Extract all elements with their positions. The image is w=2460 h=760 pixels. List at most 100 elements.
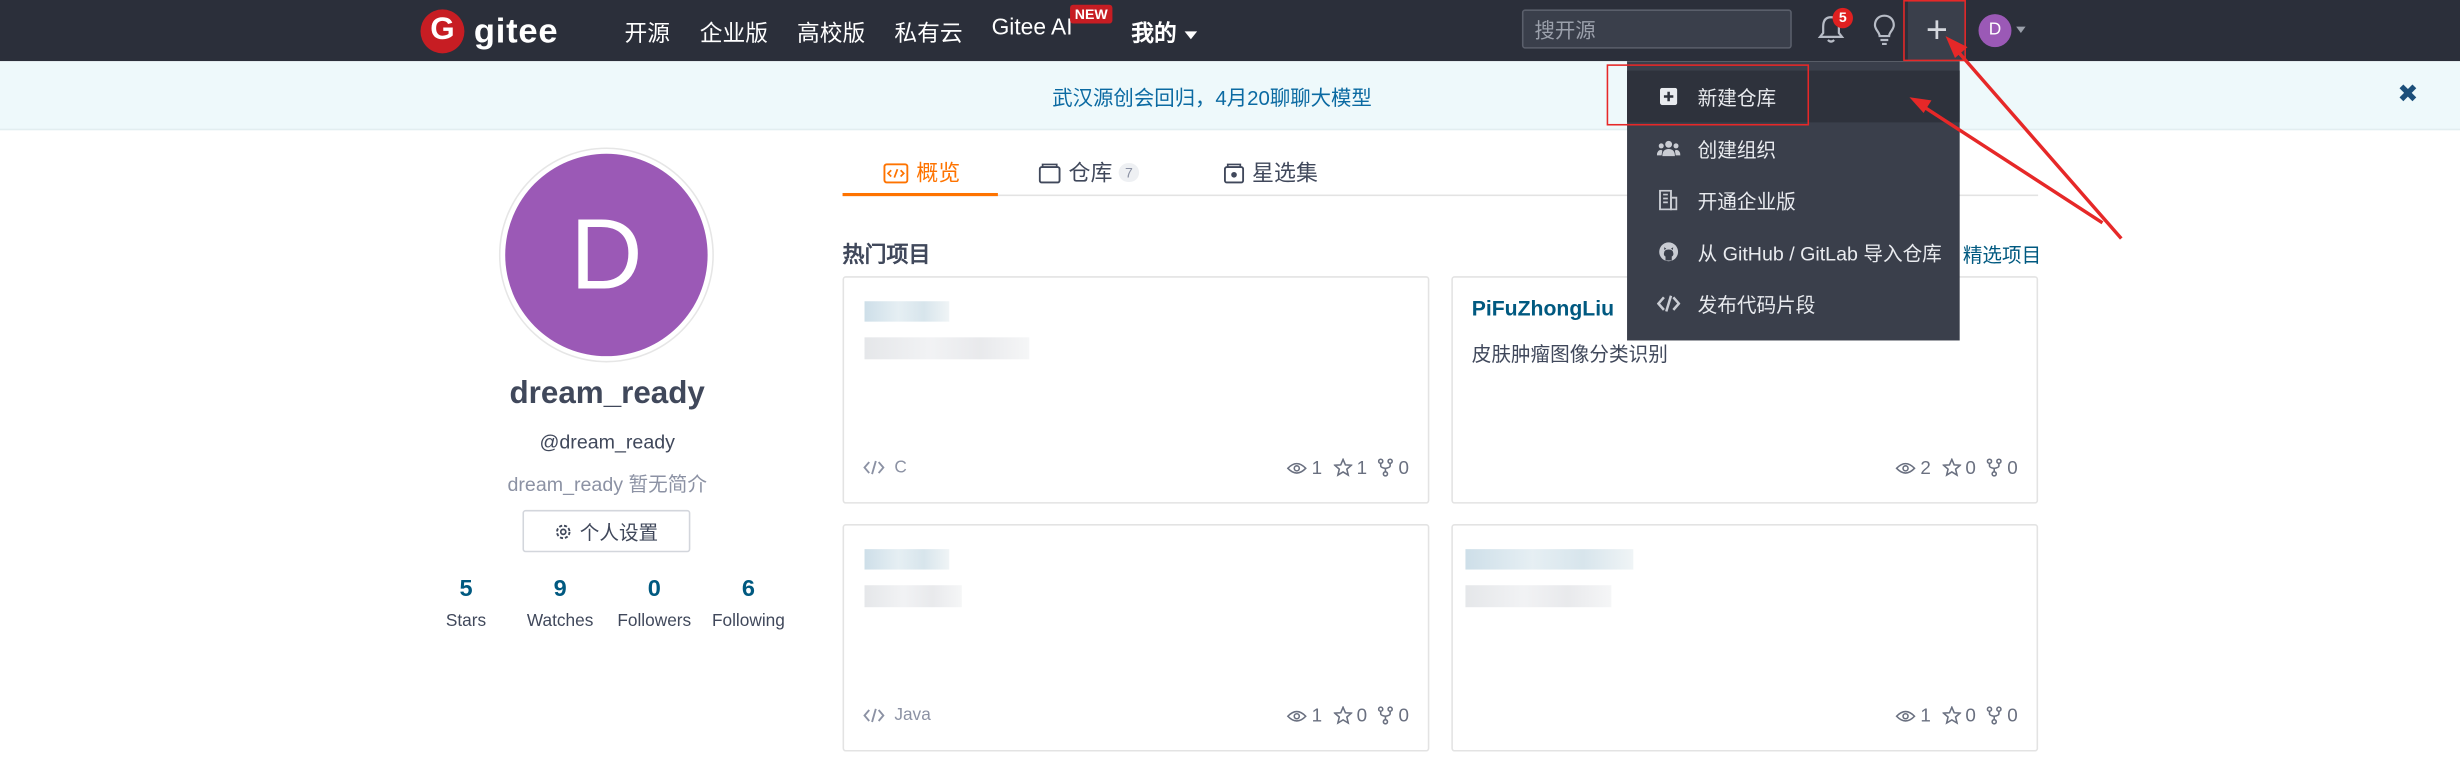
stat-value: 6 xyxy=(741,575,755,603)
lightbulb-icon[interactable] xyxy=(1870,13,1898,48)
search-input[interactable]: 搜开源 xyxy=(1521,9,1792,49)
nav-link-education[interactable]: 高校版 xyxy=(797,16,865,49)
stat-watches[interactable]: 9 Watches xyxy=(513,576,607,631)
profile-bio: dream_ready 暂无简介 xyxy=(507,473,707,496)
watch-value: 1 xyxy=(1920,704,1931,727)
watch-value: 2 xyxy=(1920,456,1931,479)
eye-icon xyxy=(1286,709,1307,721)
fork-value: 0 xyxy=(1398,704,1409,727)
stat-value: 0 xyxy=(647,575,661,603)
star-icon xyxy=(1941,458,1961,477)
gitee-logo[interactable]: G gitee xyxy=(420,8,558,54)
code-icon xyxy=(863,460,885,475)
project-name[interactable]: PiFuZhongLiu xyxy=(1472,297,1614,321)
stat-label: Stars xyxy=(445,611,487,631)
fork-count: 0 xyxy=(1378,704,1409,726)
blurred-project-name xyxy=(864,301,950,322)
close-icon[interactable]: ✖ xyxy=(2397,78,2418,109)
nav-mine-menu[interactable]: 我的 xyxy=(1131,16,1198,49)
watch-count: 2 xyxy=(1895,457,1931,479)
stat-label: Watches xyxy=(526,611,594,631)
project-card[interactable]: C 1 1 0 xyxy=(842,276,1430,504)
stat-value: 9 xyxy=(553,575,567,603)
star-count: 1 xyxy=(1333,457,1367,479)
fork-icon xyxy=(1378,706,1394,725)
menu-item-publish-snippet[interactable]: 发布代码片段 xyxy=(1627,278,1960,330)
gear-icon xyxy=(556,523,572,539)
menu-item-create-org[interactable]: 创建组织 xyxy=(1627,122,1960,174)
menu-item-label: 从 GitHub / GitLab 导入仓库 xyxy=(1697,243,1942,266)
menu-item-label: 开通企业版 xyxy=(1697,191,1796,214)
project-card[interactable]: 1 0 0 xyxy=(1451,524,2039,752)
blurred-project-name xyxy=(864,549,950,570)
star-icon xyxy=(1333,706,1352,725)
banner-link[interactable]: 武汉源创会回归，4月20聊聊大模型 xyxy=(0,82,2424,112)
fork-value: 0 xyxy=(1398,456,1409,479)
star-icon xyxy=(1333,458,1352,477)
personal-settings-button[interactable]: 个人设置 xyxy=(522,509,691,553)
section-title: 热门项目 xyxy=(842,241,931,267)
nav-link-enterprise[interactable]: 企业版 xyxy=(700,16,768,49)
nav-link-private-cloud[interactable]: 私有云 xyxy=(894,16,962,49)
code-window-icon xyxy=(883,162,909,183)
stat-following[interactable]: 6 Following xyxy=(701,576,795,631)
eye-icon xyxy=(1895,709,1916,721)
stat-value: 5 xyxy=(459,575,473,603)
profile-name: dream_ready xyxy=(509,376,705,412)
fork-value: 0 xyxy=(2007,456,2018,479)
chevron-down-icon[interactable] xyxy=(2016,26,2026,33)
fork-value: 0 xyxy=(2007,704,2018,727)
watch-value: 1 xyxy=(1311,456,1323,479)
repo-icon xyxy=(1038,162,1061,183)
eye-icon xyxy=(1286,462,1307,474)
building-icon xyxy=(1655,187,1680,212)
tab-repositories[interactable]: 仓库 7 xyxy=(1038,157,1140,188)
fork-count: 0 xyxy=(1378,457,1409,479)
star-count: 0 xyxy=(1941,457,1976,479)
project-counts: 1 0 0 xyxy=(1884,704,2018,727)
code-icon xyxy=(863,708,885,723)
code-icon xyxy=(1655,291,1680,316)
stat-label: Following xyxy=(711,611,785,631)
fork-icon xyxy=(1987,458,2003,477)
watch-value: 1 xyxy=(1311,704,1323,727)
menu-item-enterprise[interactable]: 开通企业版 xyxy=(1627,174,1960,226)
project-card[interactable]: Java 1 0 0 xyxy=(842,524,1430,752)
project-counts: 2 0 0 xyxy=(1884,457,2018,479)
blurred-project-desc xyxy=(864,585,962,608)
project-counts: 1 0 0 xyxy=(1275,704,1409,727)
nav-mine-label: 我的 xyxy=(1131,21,1177,48)
tab-label: 星选集 xyxy=(1252,160,1318,186)
annotation-highlight-plus xyxy=(1903,0,1966,62)
nav-link-gitee-ai[interactable]: Gitee AI xyxy=(992,16,1073,41)
stat-followers[interactable]: 0 Followers xyxy=(607,576,701,631)
user-avatar-menu[interactable]: D xyxy=(1978,14,2012,48)
profile-handle: @dream_ready xyxy=(539,431,675,454)
collection-icon xyxy=(1223,162,1245,183)
tab-label: 概览 xyxy=(916,160,961,186)
nav-link-opensource[interactable]: 开源 xyxy=(624,16,670,49)
star-icon xyxy=(1941,706,1961,725)
settings-label: 个人设置 xyxy=(579,522,659,545)
blurred-project-name xyxy=(1465,549,1634,570)
tab-label: 仓库 xyxy=(1068,160,1113,186)
project-description: 皮肤肿瘤图像分类识别 xyxy=(1471,343,1668,366)
chevron-down-icon xyxy=(1184,30,1198,39)
active-tab-underline xyxy=(842,192,998,197)
project-language: Java xyxy=(863,706,931,725)
fork-count: 0 xyxy=(1987,704,2018,726)
gitee-logo-icon: G xyxy=(420,8,465,53)
tab-overview[interactable]: 概览 xyxy=(883,157,960,188)
menu-item-label: 发布代码片段 xyxy=(1697,294,1816,317)
project-counts: 1 1 0 xyxy=(1275,456,1409,479)
tab-star-collections[interactable]: 星选集 xyxy=(1223,157,1318,188)
profile-avatar: D xyxy=(505,153,708,357)
menu-item-label: 创建组织 xyxy=(1697,139,1777,162)
star-count: 0 xyxy=(1333,704,1367,726)
fork-count: 0 xyxy=(1987,457,2018,479)
stat-stars[interactable]: 5 Stars xyxy=(419,576,513,631)
eye-icon xyxy=(1895,462,1916,474)
featured-projects-link[interactable]: 精选项目 xyxy=(1963,238,2041,268)
menu-item-import-repo[interactable]: 从 GitHub / GitLab 导入仓库 xyxy=(1627,226,1960,278)
notification-count-badge: 5 xyxy=(1832,7,1853,29)
